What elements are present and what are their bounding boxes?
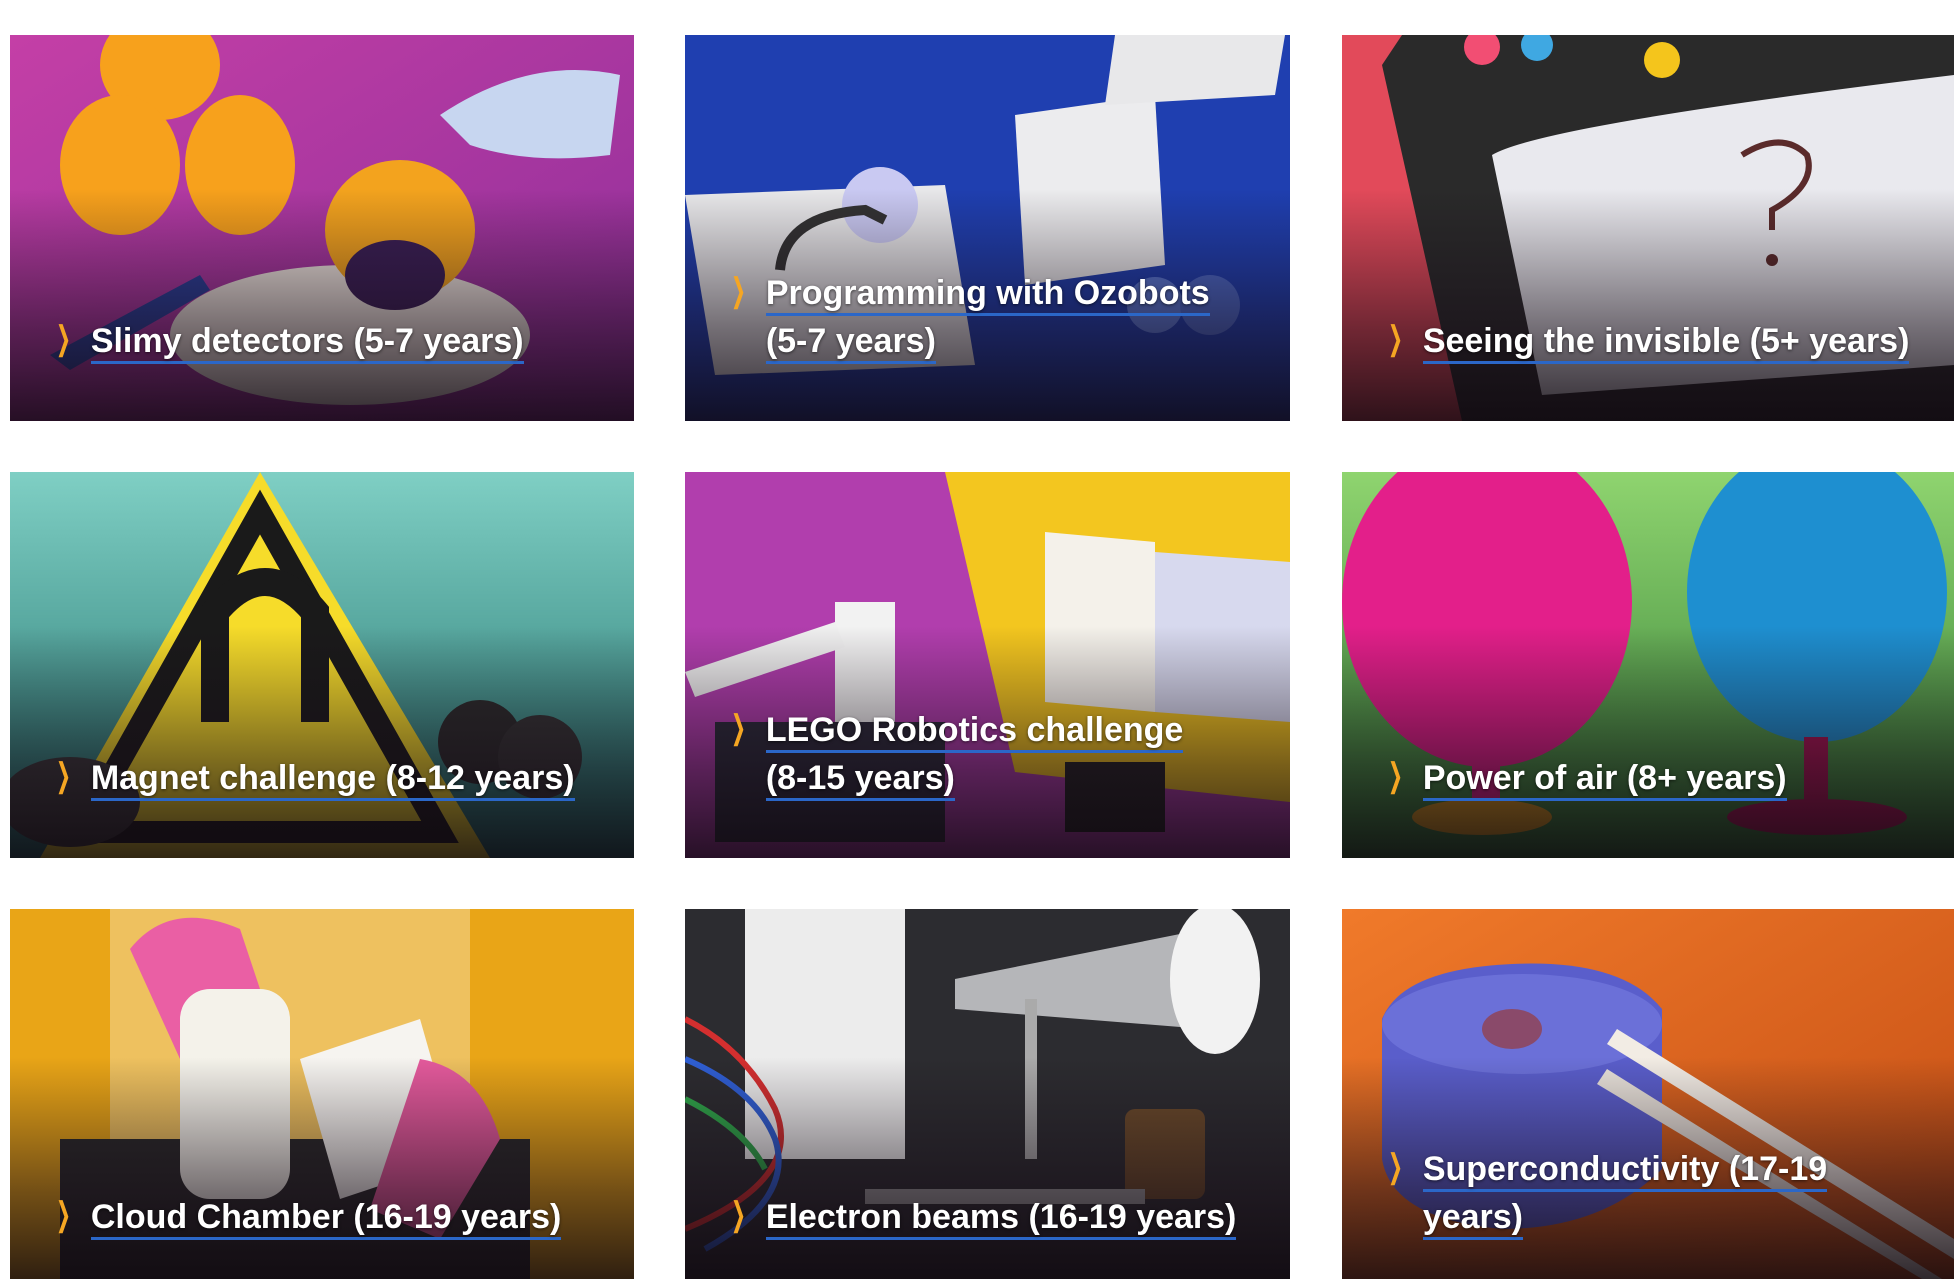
card-lego-robotics[interactable]: ❭ LEGO Robotics challenge (8-15 years) [685,472,1290,858]
card-title[interactable]: Seeing the invisible (5+ years) [1422,317,1910,365]
card-title[interactable]: LEGO Robotics challenge (8-15 years) [765,706,1184,802]
card-label[interactable]: ❭ LEGO Robotics challenge (8-15 years) [725,706,1270,802]
card-label[interactable]: ❭ Superconductivity (17-19 years) [1382,1145,1934,1241]
card-title[interactable]: Slimy detectors (5-7 years) [90,317,524,365]
card-cloud-chamber[interactable]: ❭ Cloud Chamber (16-19 years) [10,909,634,1279]
card-gradient-overlay [10,1057,634,1279]
card-magnet-challenge[interactable]: ❭ Magnet challenge (8-12 years) [10,472,634,858]
card-label[interactable]: ❭ Programming with Ozobots (5-7 years) [725,269,1270,365]
card-title[interactable]: Electron beams (16-19 years) [765,1193,1237,1241]
card-title[interactable]: Programming with Ozobots (5-7 years) [765,269,1210,365]
chevron-right-icon: ❭ [729,272,748,308]
chevron-right-icon: ❭ [729,709,748,745]
card-programming-ozobots[interactable]: ❭ Programming with Ozobots (5-7 years) [685,35,1290,421]
chevron-right-icon: ❭ [729,1196,748,1232]
card-power-of-air[interactable]: ❭ Power of air (8+ years) [1342,472,1954,858]
card-title[interactable]: Magnet challenge (8-12 years) [90,754,575,802]
card-gradient-overlay [1342,189,1954,421]
card-electron-beams[interactable]: ❭ Electron beams (16-19 years) [685,909,1290,1279]
chevron-right-icon: ❭ [54,757,73,793]
card-superconductivity[interactable]: ❭ Superconductivity (17-19 years) [1342,909,1954,1279]
chevron-right-icon: ❭ [54,320,73,356]
chevron-right-icon: ❭ [54,1196,73,1232]
card-title[interactable]: Superconductivity (17-19 years) [1422,1145,1828,1241]
card-title[interactable]: Power of air (8+ years) [1422,754,1787,802]
card-label[interactable]: ❭ Power of air (8+ years) [1382,754,1934,802]
card-gradient-overlay [1342,626,1954,858]
chevron-right-icon: ❭ [1386,1148,1405,1184]
card-label[interactable]: ❭ Seeing the invisible (5+ years) [1382,317,1934,365]
card-label[interactable]: ❭ Magnet challenge (8-12 years) [50,754,614,802]
chevron-right-icon: ❭ [1386,757,1405,793]
card-label[interactable]: ❭ Slimy detectors (5-7 years) [50,317,614,365]
chevron-right-icon: ❭ [1386,320,1405,356]
card-gradient-overlay [10,189,634,421]
card-gradient-overlay [10,626,634,858]
card-label[interactable]: ❭ Cloud Chamber (16-19 years) [50,1193,614,1241]
card-gradient-overlay [685,1057,1290,1279]
card-label[interactable]: ❭ Electron beams (16-19 years) [725,1193,1270,1241]
card-seeing-invisible[interactable]: ❭ Seeing the invisible (5+ years) [1342,35,1954,421]
card-title[interactable]: Cloud Chamber (16-19 years) [90,1193,562,1241]
card-slimy-detectors[interactable]: ❭ Slimy detectors (5-7 years) [10,35,634,421]
